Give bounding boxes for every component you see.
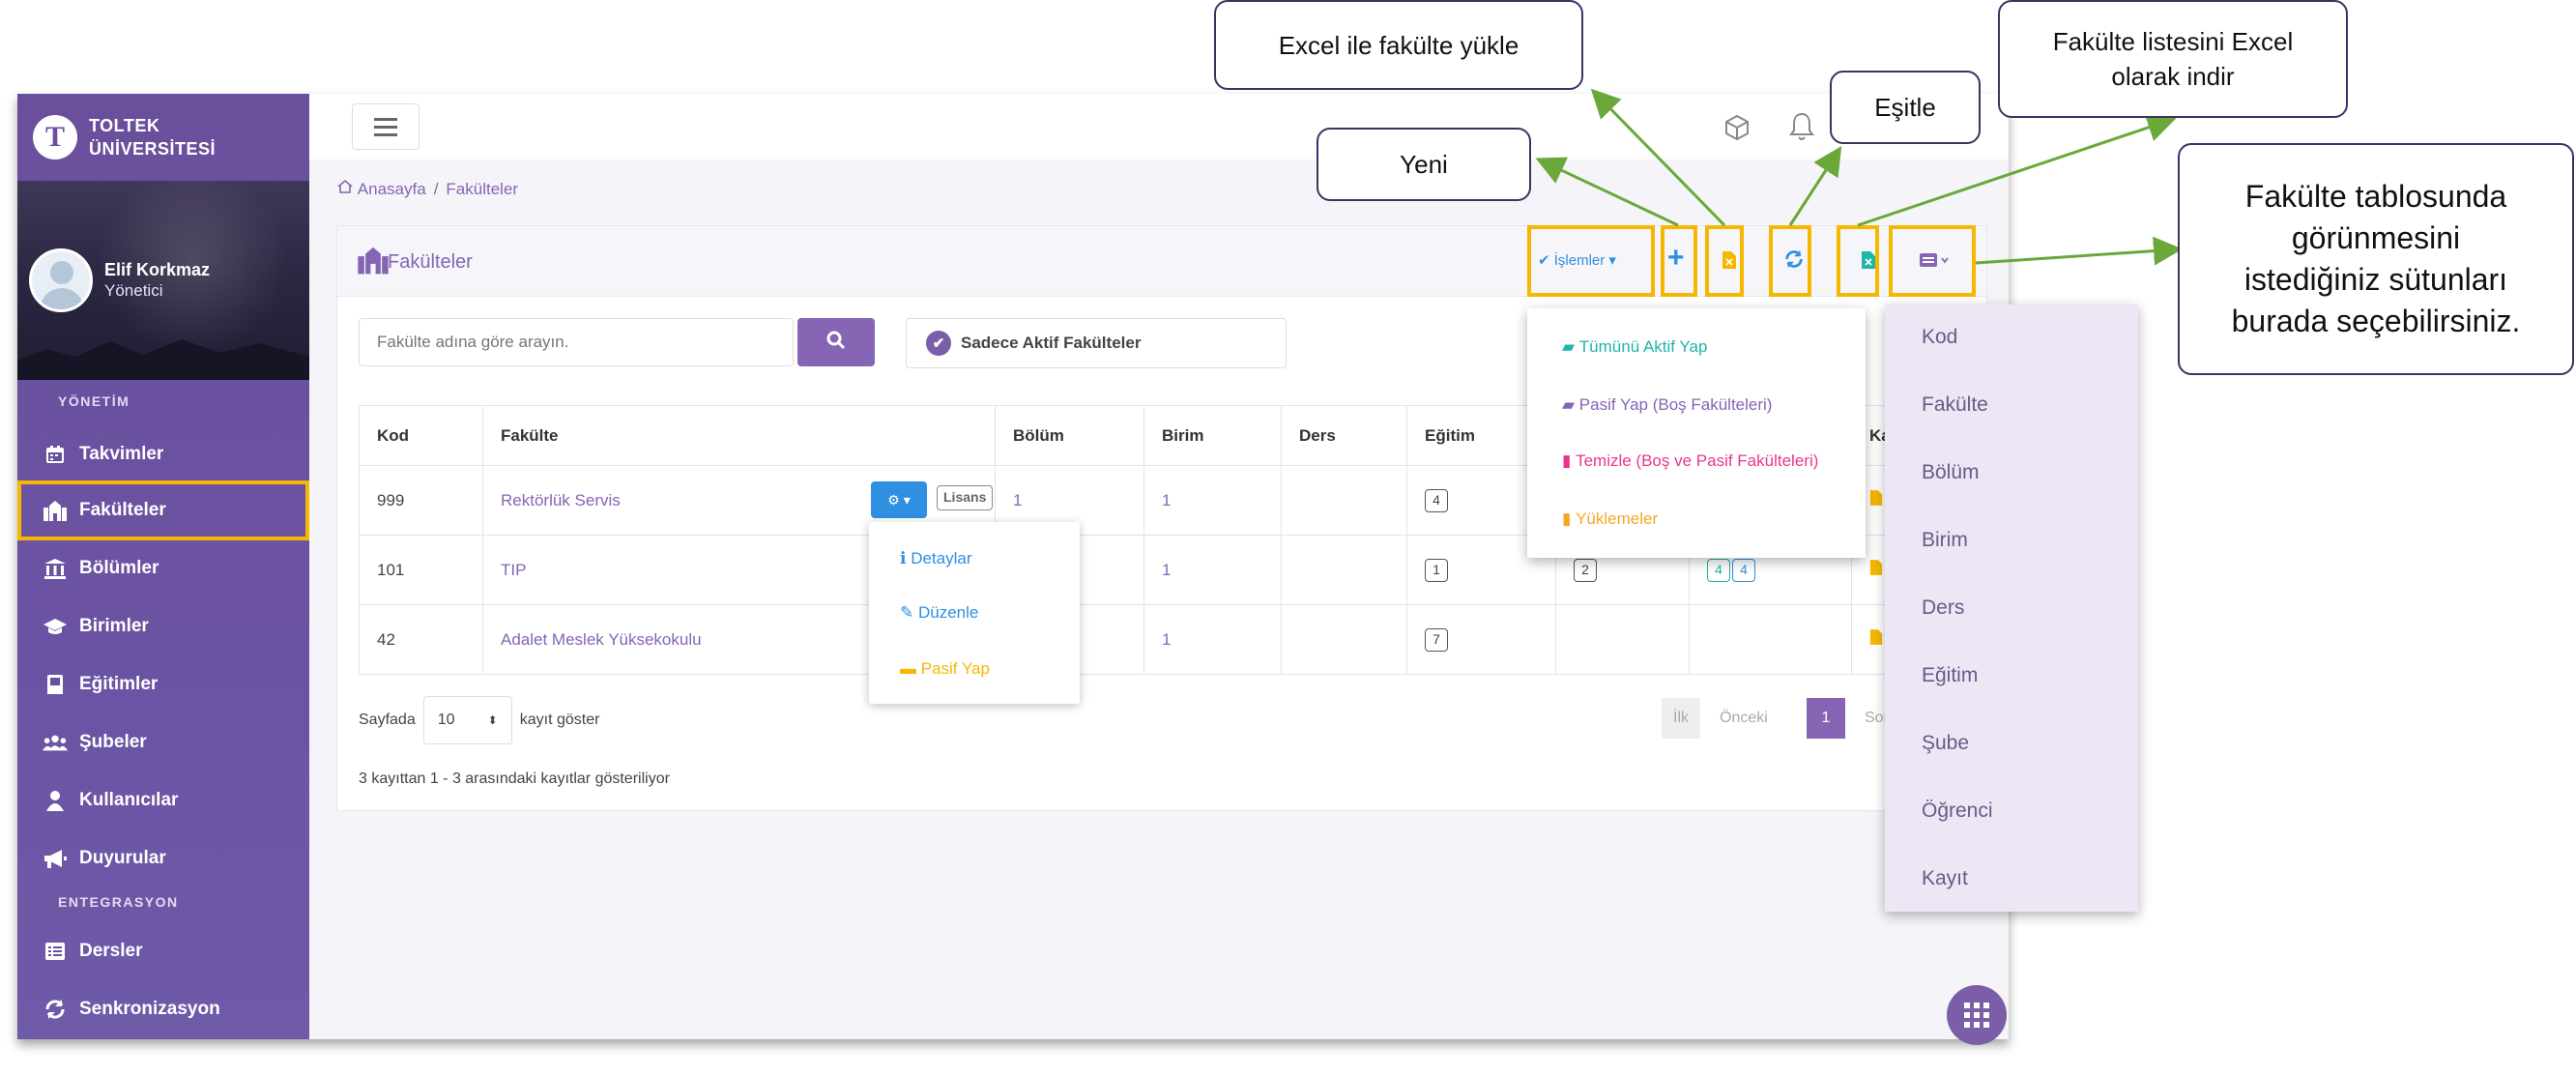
callout-sync: Eşitle — [1830, 71, 1981, 144]
callout-new: Yeni — [1317, 128, 1531, 201]
callout-export: Fakülte listesini Excel olarak indir — [1998, 0, 2348, 118]
callout-columns: Fakülte tablosunda görünmesini istediğin… — [2178, 143, 2574, 375]
callout-upload: Excel ile fakülte yükle — [1214, 0, 1583, 90]
